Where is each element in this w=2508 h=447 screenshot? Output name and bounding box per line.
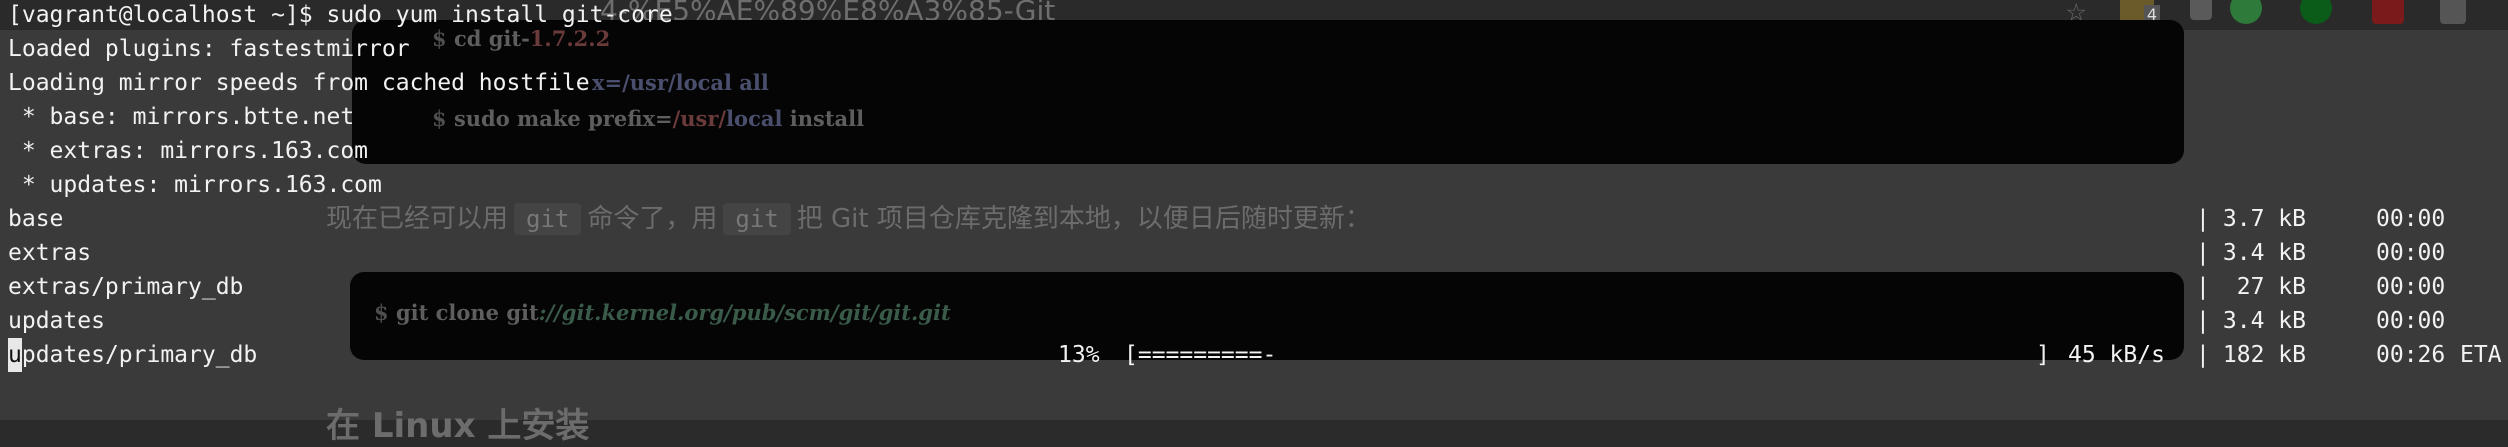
column-separator: | bbox=[2196, 274, 2210, 300]
eta-label: ETA bbox=[2460, 342, 2502, 368]
progress-bar-end: ] bbox=[2036, 342, 2050, 368]
download-size: 182 kB bbox=[2222, 342, 2306, 368]
repo-time: 00:00 bbox=[2376, 274, 2446, 300]
repo-size: 3.4 kB bbox=[2222, 308, 2306, 334]
column-separator: | bbox=[2196, 342, 2210, 368]
repo-size: 27 kB bbox=[2236, 274, 2306, 300]
download-row-name: updates/primary_db bbox=[8, 338, 257, 372]
terminal-line: Loading mirror speeds from cached hostfi… bbox=[8, 70, 590, 96]
repo-time: 00:00 bbox=[2376, 240, 2446, 266]
download-percent: 13% bbox=[1058, 342, 1100, 368]
column-separator: | bbox=[2196, 240, 2210, 266]
terminal-line: * updates: mirrors.163.com bbox=[8, 172, 382, 198]
download-speed: 45 kB/s bbox=[2068, 342, 2165, 368]
repo-time: 00:00 bbox=[2376, 308, 2446, 334]
repo-name: extras/primary_db bbox=[8, 274, 244, 300]
terminal-window[interactable]: [vagrant@localhost ~]$ sudo yum install … bbox=[0, 0, 2508, 420]
terminal-line: Loaded plugins: fastestmirror bbox=[8, 36, 410, 62]
terminal-prompt-line: [vagrant@localhost ~]$ sudo yum install … bbox=[8, 2, 673, 28]
column-separator: | bbox=[2196, 308, 2210, 334]
repo-name: base bbox=[8, 206, 64, 232]
repo-size: 3.4 kB bbox=[2222, 240, 2306, 266]
terminal-cursor: u bbox=[8, 338, 22, 372]
download-time: 00:26 bbox=[2376, 342, 2446, 368]
terminal-line: * base: mirrors.btte.net bbox=[8, 104, 355, 130]
repo-time: 00:00 bbox=[2376, 206, 2446, 232]
terminal-line: * extras: mirrors.163.com bbox=[8, 138, 369, 164]
repo-name: updates bbox=[8, 308, 105, 334]
repo-name: extras bbox=[8, 240, 92, 266]
repo-size: 3.7 kB bbox=[2222, 206, 2306, 232]
download-progress-bar: [=========- bbox=[1124, 342, 1277, 368]
column-separator: | bbox=[2196, 206, 2210, 232]
